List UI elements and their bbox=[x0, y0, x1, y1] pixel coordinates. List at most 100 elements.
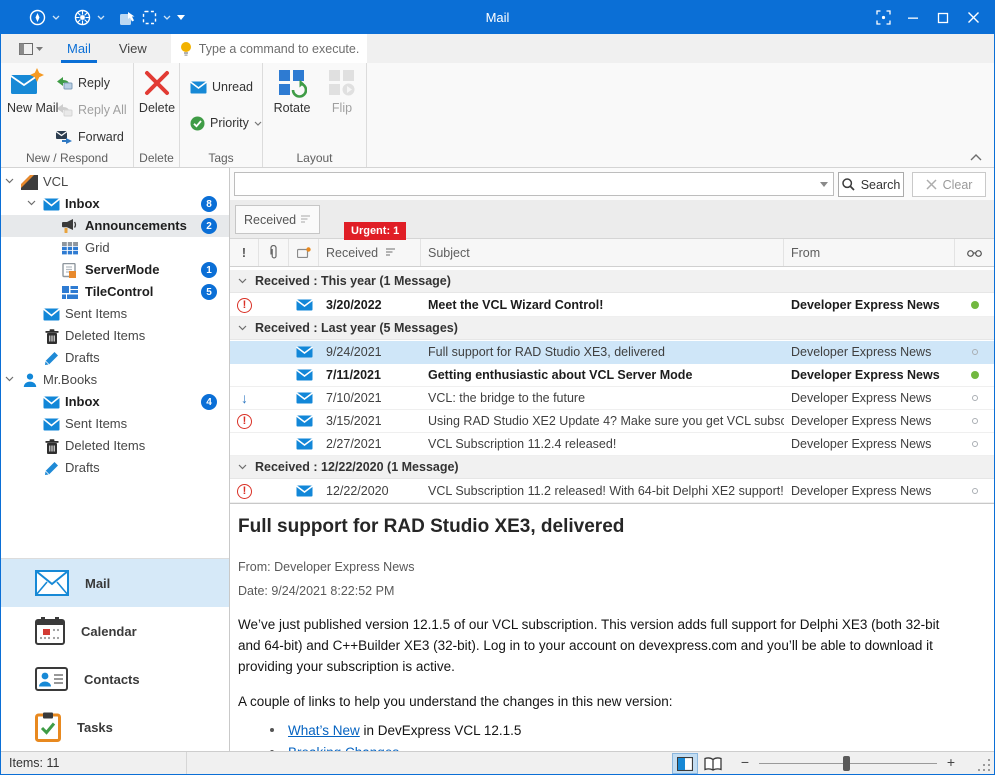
envelope-icon bbox=[43, 306, 60, 322]
column-attachment[interactable] bbox=[259, 239, 289, 266]
tree-item-mrbooks[interactable]: Mr.Books bbox=[1, 369, 229, 391]
new-mail-icon bbox=[10, 68, 44, 98]
command-input[interactable] bbox=[199, 42, 360, 56]
group-by-received-button[interactable]: Received bbox=[235, 205, 320, 234]
trash-icon bbox=[43, 438, 60, 454]
priority-button[interactable]: Priority bbox=[190, 111, 262, 135]
collapse-icon[interactable] bbox=[238, 325, 247, 331]
flip-button[interactable]: Flip bbox=[319, 68, 365, 116]
collapse-icon[interactable] bbox=[5, 178, 14, 184]
received-cell: 3/20/2022 bbox=[319, 294, 421, 316]
combo-dropdown-icon[interactable] bbox=[815, 182, 833, 187]
tree-item-drafts-mrbooks[interactable]: Drafts bbox=[1, 457, 229, 479]
group-row-12-22-2020[interactable]: Received : 12/22/2020 (1 Message) bbox=[230, 456, 994, 479]
tree-item-sent-vcl[interactable]: Sent Items bbox=[1, 303, 229, 325]
nav-item-contacts[interactable]: Contacts bbox=[1, 655, 229, 703]
zoom-slider[interactable] bbox=[759, 763, 937, 764]
message-row[interactable]: ! 3/15/2021 Using RAD Studio XE2 Update … bbox=[230, 410, 994, 433]
tree-item-inbox-mrbooks[interactable]: Inbox 4 bbox=[1, 391, 229, 413]
priority-label: Priority bbox=[210, 116, 249, 130]
resize-grip[interactable] bbox=[976, 757, 990, 771]
tree-item-tilecontrol[interactable]: TileControl 5 bbox=[1, 281, 229, 303]
search-input[interactable] bbox=[235, 177, 815, 191]
reading-view-button[interactable] bbox=[700, 753, 726, 774]
group-caption-delete: Delete bbox=[134, 151, 179, 165]
whats-new-link[interactable]: What’s New bbox=[288, 723, 360, 738]
collapse-icon[interactable] bbox=[238, 278, 247, 284]
tree-item-servermode[interactable]: ServerMode 1 bbox=[1, 259, 229, 281]
delete-button[interactable]: Delete bbox=[134, 68, 180, 116]
column-priority[interactable]: ! bbox=[230, 239, 259, 266]
search-combo[interactable] bbox=[234, 172, 834, 196]
collapse-icon[interactable] bbox=[27, 200, 36, 206]
zoom-in-button[interactable]: + bbox=[943, 754, 959, 770]
tree-item-inbox-vcl[interactable]: Inbox 8 bbox=[1, 193, 229, 215]
zoom-out-button[interactable]: − bbox=[737, 754, 753, 770]
nav-item-tasks[interactable]: Tasks bbox=[1, 703, 229, 751]
split-view-icon bbox=[677, 757, 693, 771]
forward-button[interactable]: Forward bbox=[55, 125, 124, 149]
message-row-selected[interactable]: 9/24/2021 Full support for RAD Studio XE… bbox=[230, 341, 994, 364]
message-row[interactable]: 2/27/2021 VCL Subscription 11.2.4 releas… bbox=[230, 433, 994, 456]
zoom-slider-handle[interactable] bbox=[843, 756, 850, 771]
reading-pane-right-button[interactable] bbox=[672, 753, 698, 774]
column-subject[interactable]: Subject bbox=[421, 239, 784, 266]
column-read-state[interactable] bbox=[955, 239, 994, 266]
column-from[interactable]: From bbox=[784, 239, 955, 266]
tab-mail[interactable]: Mail bbox=[53, 34, 105, 63]
urgent-filter-badge[interactable]: Urgent: 1 bbox=[344, 222, 406, 240]
touch-mode-icon[interactable] bbox=[119, 10, 136, 26]
received-cell: 7/10/2021 bbox=[319, 387, 421, 409]
from-cell: Developer Express News bbox=[784, 294, 955, 316]
app-menu-button[interactable] bbox=[19, 43, 53, 55]
ribbon-group-tags: Unread Priority Tags bbox=[180, 63, 263, 167]
reply-button[interactable]: Reply bbox=[55, 71, 110, 95]
reply-all-button[interactable]: Reply All bbox=[55, 98, 127, 122]
command-search-box[interactable] bbox=[171, 34, 367, 63]
search-button[interactable]: Search bbox=[838, 172, 904, 197]
selection-mode-icon[interactable] bbox=[142, 10, 157, 25]
maximize-button[interactable] bbox=[928, 1, 958, 34]
message-row[interactable]: ! 12/22/2020 VCL Subscription 11.2 relea… bbox=[230, 480, 994, 503]
column-flag[interactable] bbox=[289, 239, 319, 266]
palette-selector-icon[interactable] bbox=[74, 9, 91, 26]
unread-button[interactable]: Unread bbox=[190, 75, 253, 99]
message-row[interactable]: ↓ 7/10/2021 VCL: the bridge to the futur… bbox=[230, 387, 994, 410]
tree-item-label: Drafts bbox=[65, 460, 100, 475]
tree-item-sent-mrbooks[interactable]: Sent Items bbox=[1, 413, 229, 435]
subject-cell: Meet the VCL Wizard Control! bbox=[421, 294, 784, 316]
read-dot-icon bbox=[972, 488, 978, 494]
focus-mode-button[interactable] bbox=[868, 1, 898, 34]
chevron-down-icon[interactable] bbox=[163, 15, 171, 20]
tab-view[interactable]: View bbox=[105, 34, 161, 63]
reply-all-icon bbox=[55, 103, 73, 117]
collapse-ribbon-button[interactable] bbox=[970, 154, 982, 161]
collapse-icon[interactable] bbox=[5, 376, 14, 382]
close-button[interactable] bbox=[958, 1, 988, 34]
tree-item-grid[interactable]: Grid bbox=[1, 237, 229, 259]
tree-item-vcl[interactable]: VCL bbox=[1, 171, 229, 193]
column-received[interactable]: Received bbox=[319, 239, 421, 266]
group-row-last-year[interactable]: Received : Last year (5 Messages) bbox=[230, 317, 994, 340]
chevron-down-icon[interactable] bbox=[97, 15, 105, 20]
skin-selector-icon[interactable] bbox=[29, 9, 46, 26]
message-row[interactable]: ! 3/20/2022 Meet the VCL Wizard Control!… bbox=[230, 294, 994, 317]
message-row[interactable]: 7/11/2021 Getting enthusiastic about VCL… bbox=[230, 364, 994, 387]
from-cell: Developer Express News bbox=[784, 480, 955, 502]
clear-button[interactable]: Clear bbox=[912, 172, 986, 197]
tree-item-announcements[interactable]: Announcements 2 bbox=[1, 215, 229, 237]
qat-customize-icon[interactable] bbox=[177, 15, 185, 20]
rotate-button[interactable]: Rotate bbox=[269, 68, 315, 116]
chevron-down-icon[interactable] bbox=[52, 15, 60, 20]
new-mail-button[interactable]: New Mail bbox=[4, 68, 50, 116]
tree-item-drafts-vcl[interactable]: Drafts bbox=[1, 347, 229, 369]
main-area: VCL Inbox 8 Announcements 2 Grid bbox=[1, 168, 994, 753]
tree-item-deleted-vcl[interactable]: Deleted Items bbox=[1, 325, 229, 347]
tree-item-deleted-mrbooks[interactable]: Deleted Items bbox=[1, 435, 229, 457]
collapse-icon[interactable] bbox=[238, 464, 247, 470]
minimize-button[interactable] bbox=[898, 1, 928, 34]
read-dot-icon bbox=[972, 395, 978, 401]
group-row-this-year[interactable]: Received : This year (1 Message) bbox=[230, 270, 994, 293]
nav-item-mail[interactable]: Mail bbox=[1, 559, 229, 607]
nav-item-calendar[interactable]: Calendar bbox=[1, 607, 229, 655]
